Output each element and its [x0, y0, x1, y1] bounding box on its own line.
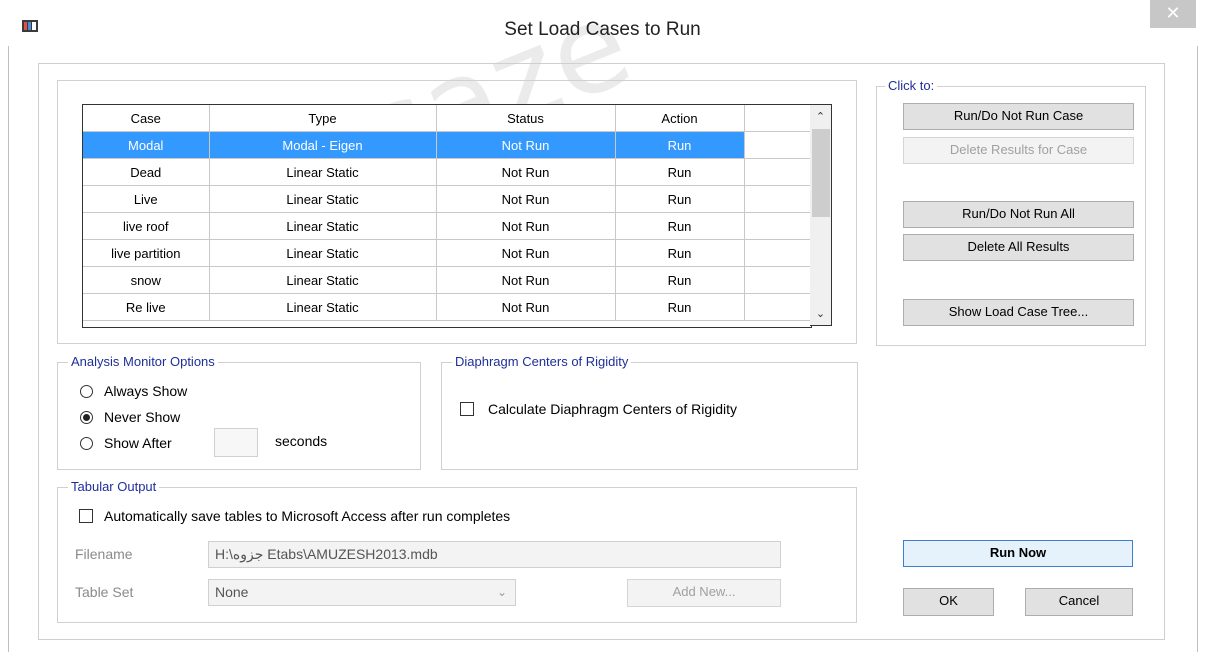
run-now-button[interactable]: Run Now — [903, 540, 1133, 567]
table-row[interactable]: Re live Linear Static Not Run Run — [83, 293, 811, 321]
delete-all-results-button[interactable]: Delete All Results — [903, 234, 1134, 261]
action-cell[interactable]: Run — [615, 293, 745, 321]
action-cell[interactable]: Run — [615, 239, 745, 267]
action-cell[interactable]: Run — [615, 212, 745, 240]
type-cell[interactable]: Linear Static — [209, 158, 437, 186]
table-header: Case Type Status Action — [83, 105, 811, 132]
type-cell[interactable]: Linear Static — [209, 212, 437, 240]
col-status[interactable]: Status — [436, 105, 616, 132]
load-cases-table[interactable]: Case Type Status Action Modal Modal - Eig… — [82, 104, 812, 328]
case-cell[interactable]: Re live — [83, 293, 210, 321]
run-do-not-run-case-button[interactable]: Run/Do Not Run Case — [903, 103, 1134, 130]
spacer-cell — [744, 293, 811, 321]
table-row[interactable]: live roof Linear Static Not Run Run — [83, 212, 811, 240]
always-show-radio[interactable] — [80, 385, 93, 398]
filename-field[interactable]: H:\جزوه Etabs\AMUZESH2013.mdb — [208, 541, 781, 568]
col-case[interactable]: Case — [83, 105, 210, 132]
status-cell[interactable]: Not Run — [436, 293, 616, 321]
table-row[interactable]: Live Linear Static Not Run Run — [83, 185, 811, 213]
col-action[interactable]: Action — [615, 105, 745, 132]
always-show-label[interactable]: Always Show — [104, 383, 187, 399]
type-cell[interactable]: Linear Static — [209, 293, 437, 321]
status-cell[interactable]: Not Run — [436, 185, 616, 213]
show-after-label[interactable]: Show After — [104, 435, 172, 451]
status-cell[interactable]: Not Run — [436, 212, 616, 240]
delete-results-for-case-button[interactable]: Delete Results for Case — [903, 137, 1134, 164]
table-set-label: Table Set — [75, 584, 134, 600]
action-cell[interactable]: Run — [615, 266, 745, 294]
ok-button[interactable]: OK — [903, 588, 994, 616]
show-load-case-tree-button[interactable]: Show Load Case Tree... — [903, 299, 1134, 326]
add-new-button[interactable]: Add New... — [627, 579, 781, 607]
never-show-radio[interactable] — [80, 411, 93, 424]
chevron-up-icon[interactable]: ⌃ — [810, 105, 831, 129]
case-cell[interactable]: Live — [83, 185, 210, 213]
click-to-title: Click to: — [885, 78, 938, 93]
table-row[interactable]: live partition Linear Static Not Run Run — [83, 239, 811, 267]
table-row[interactable]: Modal Modal - Eigen Not Run Run — [83, 131, 811, 159]
table-row[interactable]: snow Linear Static Not Run Run — [83, 266, 811, 294]
spacer-cell — [744, 266, 811, 294]
analysis-monitor-title: Analysis Monitor Options — [68, 354, 218, 369]
tabular-output-title: Tabular Output — [68, 479, 160, 494]
table-set-value: None — [215, 584, 249, 600]
col-type[interactable]: Type — [209, 105, 437, 132]
show-after-radio[interactable] — [80, 437, 93, 450]
run-do-not-run-all-button[interactable]: Run/Do Not Run All — [903, 201, 1134, 228]
type-cell[interactable]: Linear Static — [209, 239, 437, 267]
never-show-label[interactable]: Never Show — [104, 409, 180, 425]
spacer-cell — [744, 158, 811, 186]
close-icon[interactable]: ✕ — [1150, 0, 1196, 28]
case-cell[interactable]: Modal — [83, 131, 210, 159]
diaphragm-title: Diaphragm Centers of Rigidity — [452, 354, 632, 369]
auto-save-checkbox[interactable] — [79, 509, 93, 523]
case-cell[interactable]: snow — [83, 266, 210, 294]
case-cell[interactable]: live roof — [83, 212, 210, 240]
action-cell[interactable]: Run — [615, 185, 745, 213]
chevron-down-icon[interactable]: ⌄ — [810, 303, 831, 327]
window-title: Set Load Cases to Run — [504, 19, 701, 40]
type-cell[interactable]: Modal - Eigen — [209, 131, 437, 159]
case-cell[interactable]: Dead — [83, 158, 210, 186]
spacer-cell — [744, 185, 811, 213]
spacer-cell — [744, 131, 811, 159]
calculate-diaphragm-checkbox[interactable] — [460, 402, 474, 416]
case-cell[interactable]: live partition — [83, 239, 210, 267]
spacer-cell — [744, 239, 811, 267]
table-row[interactable]: Dead Linear Static Not Run Run — [83, 158, 811, 186]
filename-label: Filename — [75, 546, 133, 562]
table-scrollbar[interactable]: ⌃ ⌄ — [810, 104, 832, 326]
type-cell[interactable]: Linear Static — [209, 185, 437, 213]
status-cell[interactable]: Not Run — [436, 239, 616, 267]
action-cell[interactable]: Run — [615, 158, 745, 186]
calculate-diaphragm-label[interactable]: Calculate Diaphragm Centers of Rigidity — [488, 401, 737, 417]
spacer-cell — [744, 212, 811, 240]
auto-save-label[interactable]: Automatically save tables to Microsoft A… — [104, 508, 510, 524]
col-spacer — [744, 105, 811, 132]
action-cell[interactable]: Run — [615, 131, 745, 159]
status-cell[interactable]: Not Run — [436, 131, 616, 159]
table-set-select[interactable]: None ⌄ — [208, 579, 516, 606]
cancel-button[interactable]: Cancel — [1025, 588, 1133, 616]
seconds-label: seconds — [275, 433, 328, 449]
show-after-seconds-input[interactable] — [214, 428, 258, 457]
status-cell[interactable]: Not Run — [436, 158, 616, 186]
scroll-thumb[interactable] — [812, 129, 830, 217]
status-cell[interactable]: Not Run — [436, 266, 616, 294]
chevron-down-icon[interactable]: ⌄ — [497, 580, 507, 604]
type-cell[interactable]: Linear Static — [209, 266, 437, 294]
